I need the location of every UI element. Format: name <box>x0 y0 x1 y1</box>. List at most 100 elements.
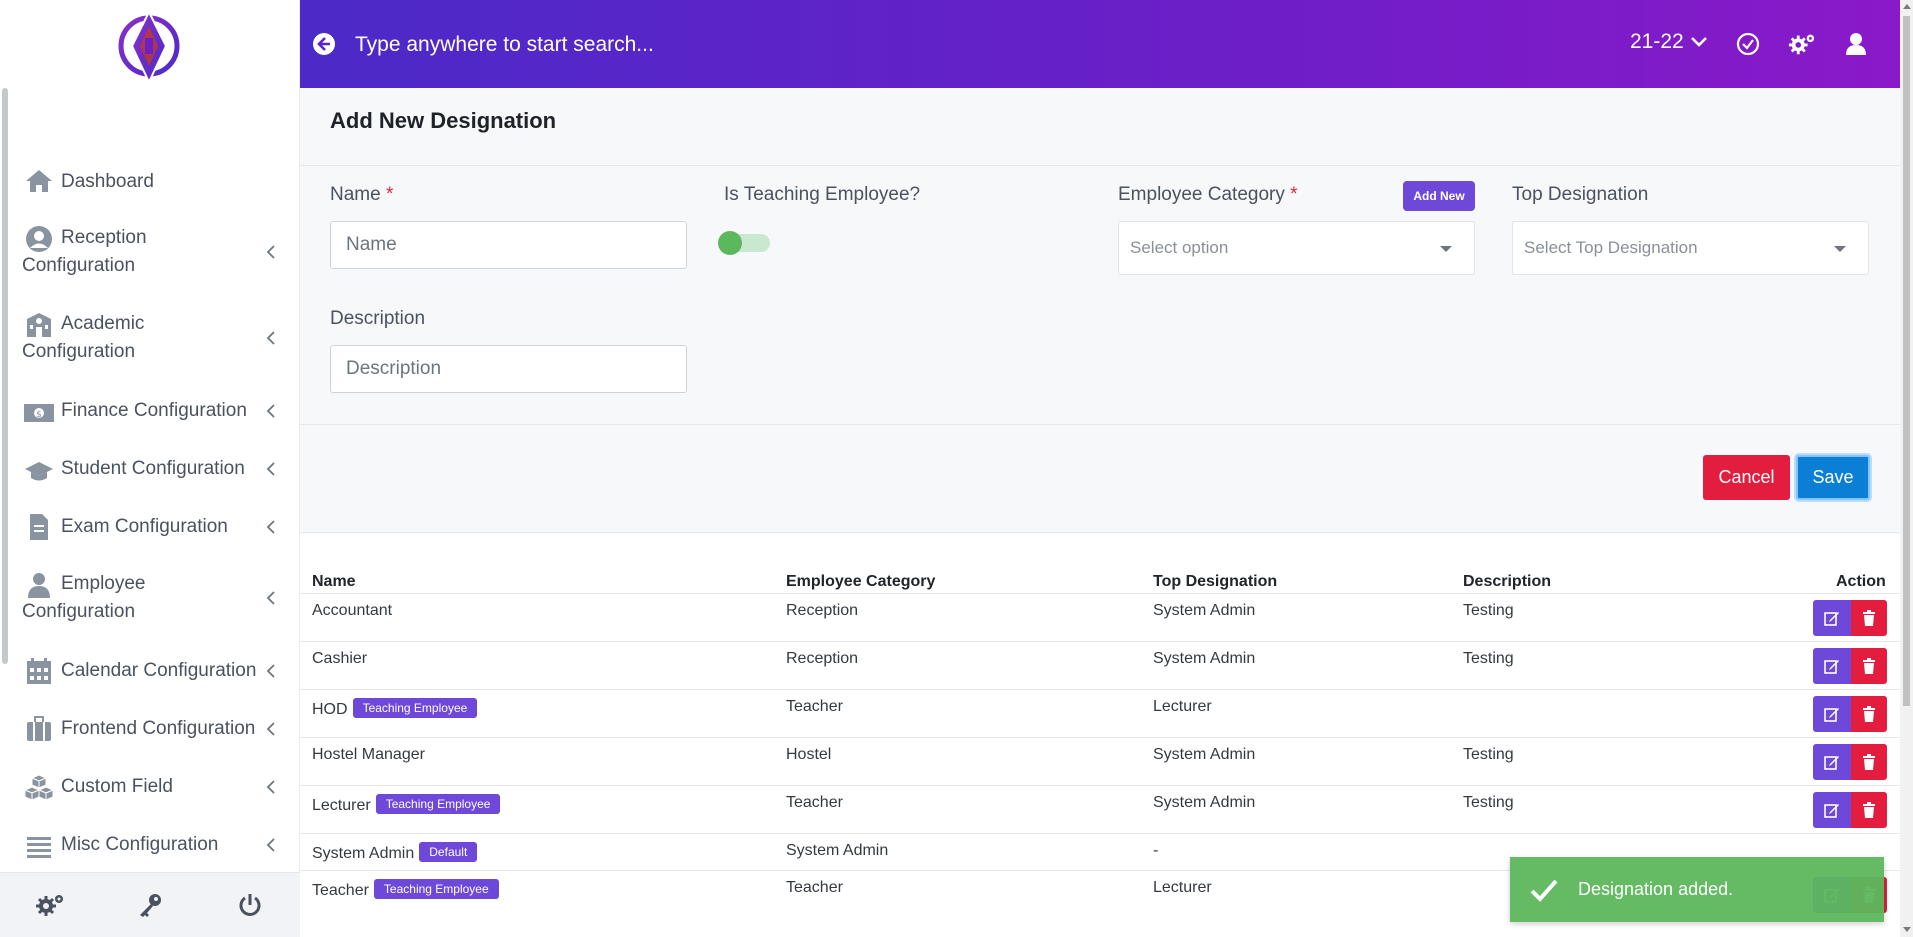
cell-category: Hostel <box>786 746 831 764</box>
employee-category-label: Employee Category * <box>1118 184 1298 206</box>
status-badge: Default <box>419 842 478 862</box>
config-button[interactable] <box>1788 30 1816 58</box>
file-icon <box>22 512 56 542</box>
designation-form-card: Add New Designation Name * Is Teaching E… <box>300 88 1900 533</box>
edit-button[interactable] <box>1813 696 1851 732</box>
name-field[interactable] <box>330 221 687 269</box>
list-icon <box>22 832 56 862</box>
success-toast[interactable]: Designation added. <box>1510 857 1884 922</box>
scroll-up-arrow[interactable] <box>1903 4 1911 9</box>
main-content: Add New Designation Name * Is Teaching E… <box>300 88 1900 937</box>
edit-button[interactable] <box>1813 792 1851 828</box>
teaching-employee-label: Is Teaching Employee? <box>724 184 921 205</box>
money-icon: $ <box>22 398 56 428</box>
cell-description: Testing <box>1463 746 1514 764</box>
status-badge: Teaching Employee <box>352 698 478 718</box>
cogs-icon <box>36 895 63 916</box>
settings-button[interactable] <box>32 887 68 923</box>
power-icon <box>239 894 261 916</box>
add-new-category-button[interactable]: Add New <box>1403 181 1475 211</box>
cell-top: System Admin <box>1153 794 1255 812</box>
tasks-button[interactable] <box>1734 30 1762 58</box>
sidebar-item-employee-configuration[interactable]: Employee Configuration <box>0 570 300 626</box>
trash-icon <box>1863 754 1875 770</box>
cubes-icon <box>22 772 56 802</box>
sidebar-item-label: Frontend Configuration <box>61 718 256 739</box>
edit-button[interactable] <box>1813 600 1851 636</box>
sidebar-item-label: Calendar Configuration <box>61 660 257 681</box>
cell-text: Hostel Manager <box>312 746 425 763</box>
page-scrollbar[interactable] <box>1900 0 1913 937</box>
sidebar-item-dashboard[interactable]: Dashboard <box>0 168 300 196</box>
cell-text: Reception <box>786 650 859 667</box>
sidebar-item-reception-configuration[interactable]: Reception Configuration <box>0 224 300 280</box>
arrow-left-circle-icon <box>313 33 335 55</box>
cell-text: Teacher <box>786 794 843 811</box>
save-button[interactable]: Save <box>1796 455 1870 500</box>
sidebar: Dashboard Reception Configuration Academ… <box>0 0 300 937</box>
delete-button[interactable] <box>1851 792 1887 828</box>
caret-down-icon <box>1440 246 1452 252</box>
top-designation-select[interactable]: Select Top Designation <box>1512 221 1869 275</box>
delete-button[interactable] <box>1851 744 1887 780</box>
scrollbar-thumb[interactable] <box>1903 16 1910 706</box>
sidebar-item-calendar-configuration[interactable]: Calendar Configuration <box>0 656 300 686</box>
toggle-knob <box>718 231 742 255</box>
chevron-left-icon <box>266 780 275 794</box>
session-dropdown[interactable]: 21-22 <box>1630 30 1708 54</box>
back-button[interactable] <box>312 32 338 58</box>
sidebar-item-label: Finance Configuration <box>61 400 247 421</box>
edit-button[interactable] <box>1813 744 1851 780</box>
cell-name: Hostel Manager <box>312 746 425 764</box>
user-menu-button[interactable] <box>1842 30 1870 58</box>
description-field[interactable] <box>330 345 687 393</box>
cell-text: System Admin <box>1153 746 1256 763</box>
sidebar-item-finance-configuration[interactable]: $ Finance Configuration <box>0 396 300 426</box>
sidebar-item-custom-field[interactable]: Custom Field <box>0 772 300 802</box>
sidebar-item-academic-configuration[interactable]: Academic Configuration <box>0 310 300 366</box>
delete-button[interactable] <box>1851 600 1887 636</box>
cell-top: Lecturer <box>1153 879 1212 897</box>
column-header-action: Action <box>1836 573 1886 590</box>
sidebar-item-label: Academic Configuration <box>22 313 145 362</box>
cell-text: - <box>1153 842 1159 859</box>
cell-category: Reception <box>786 650 858 668</box>
sidebar-item-frontend-configuration[interactable]: Frontend Configuration <box>0 714 300 744</box>
sidebar-item-label: Reception Configuration <box>22 227 147 276</box>
sidebar-item-label: Dashboard <box>61 171 154 192</box>
cell-top: System Admin <box>1153 602 1255 620</box>
name-label-text: Name <box>330 184 381 205</box>
delete-button[interactable] <box>1851 648 1887 684</box>
cell-category: System Admin <box>786 842 888 860</box>
trash-icon <box>1863 706 1875 722</box>
sidebar-item-label: Custom Field <box>61 776 173 797</box>
change-password-button[interactable] <box>132 887 168 923</box>
employee-category-select[interactable]: Select option <box>1118 221 1475 275</box>
calendar-icon <box>22 656 56 686</box>
logout-button[interactable] <box>232 887 268 923</box>
chevron-left-icon <box>266 664 275 678</box>
global-search-input[interactable] <box>355 25 955 65</box>
sidebar-item-misc-configuration[interactable]: Misc Configuration <box>0 830 300 860</box>
cell-text: Testing <box>1463 650 1514 667</box>
cell-description: Testing <box>1463 602 1514 620</box>
sidebar-item-exam-configuration[interactable]: Exam Configuration <box>0 512 300 542</box>
cell-name: System Admin Default <box>312 842 478 863</box>
cell-text: Lecturer <box>1153 879 1212 896</box>
chevron-left-icon <box>266 520 275 534</box>
sidebar-item-label: Employee Configuration <box>22 573 146 622</box>
chevron-left-icon <box>266 591 275 605</box>
scroll-down-arrow[interactable] <box>1903 927 1911 932</box>
edit-button[interactable] <box>1813 648 1851 684</box>
cell-text: Reception <box>786 602 859 619</box>
column-header-category: Employee Category <box>786 573 936 590</box>
sidebar-item-student-configuration[interactable]: Student Configuration <box>0 454 300 484</box>
cell-text: Testing <box>1463 794 1514 811</box>
logo[interactable] <box>114 8 184 85</box>
cancel-button[interactable]: Cancel <box>1703 455 1790 500</box>
cell-name: HOD Teaching Employee <box>312 698 478 719</box>
teaching-employee-toggle[interactable] <box>718 231 770 255</box>
cell-text: Teacher <box>786 698 843 715</box>
table-row: Cashier Reception System Admin Testing <box>300 641 1900 689</box>
delete-button[interactable] <box>1851 696 1887 732</box>
